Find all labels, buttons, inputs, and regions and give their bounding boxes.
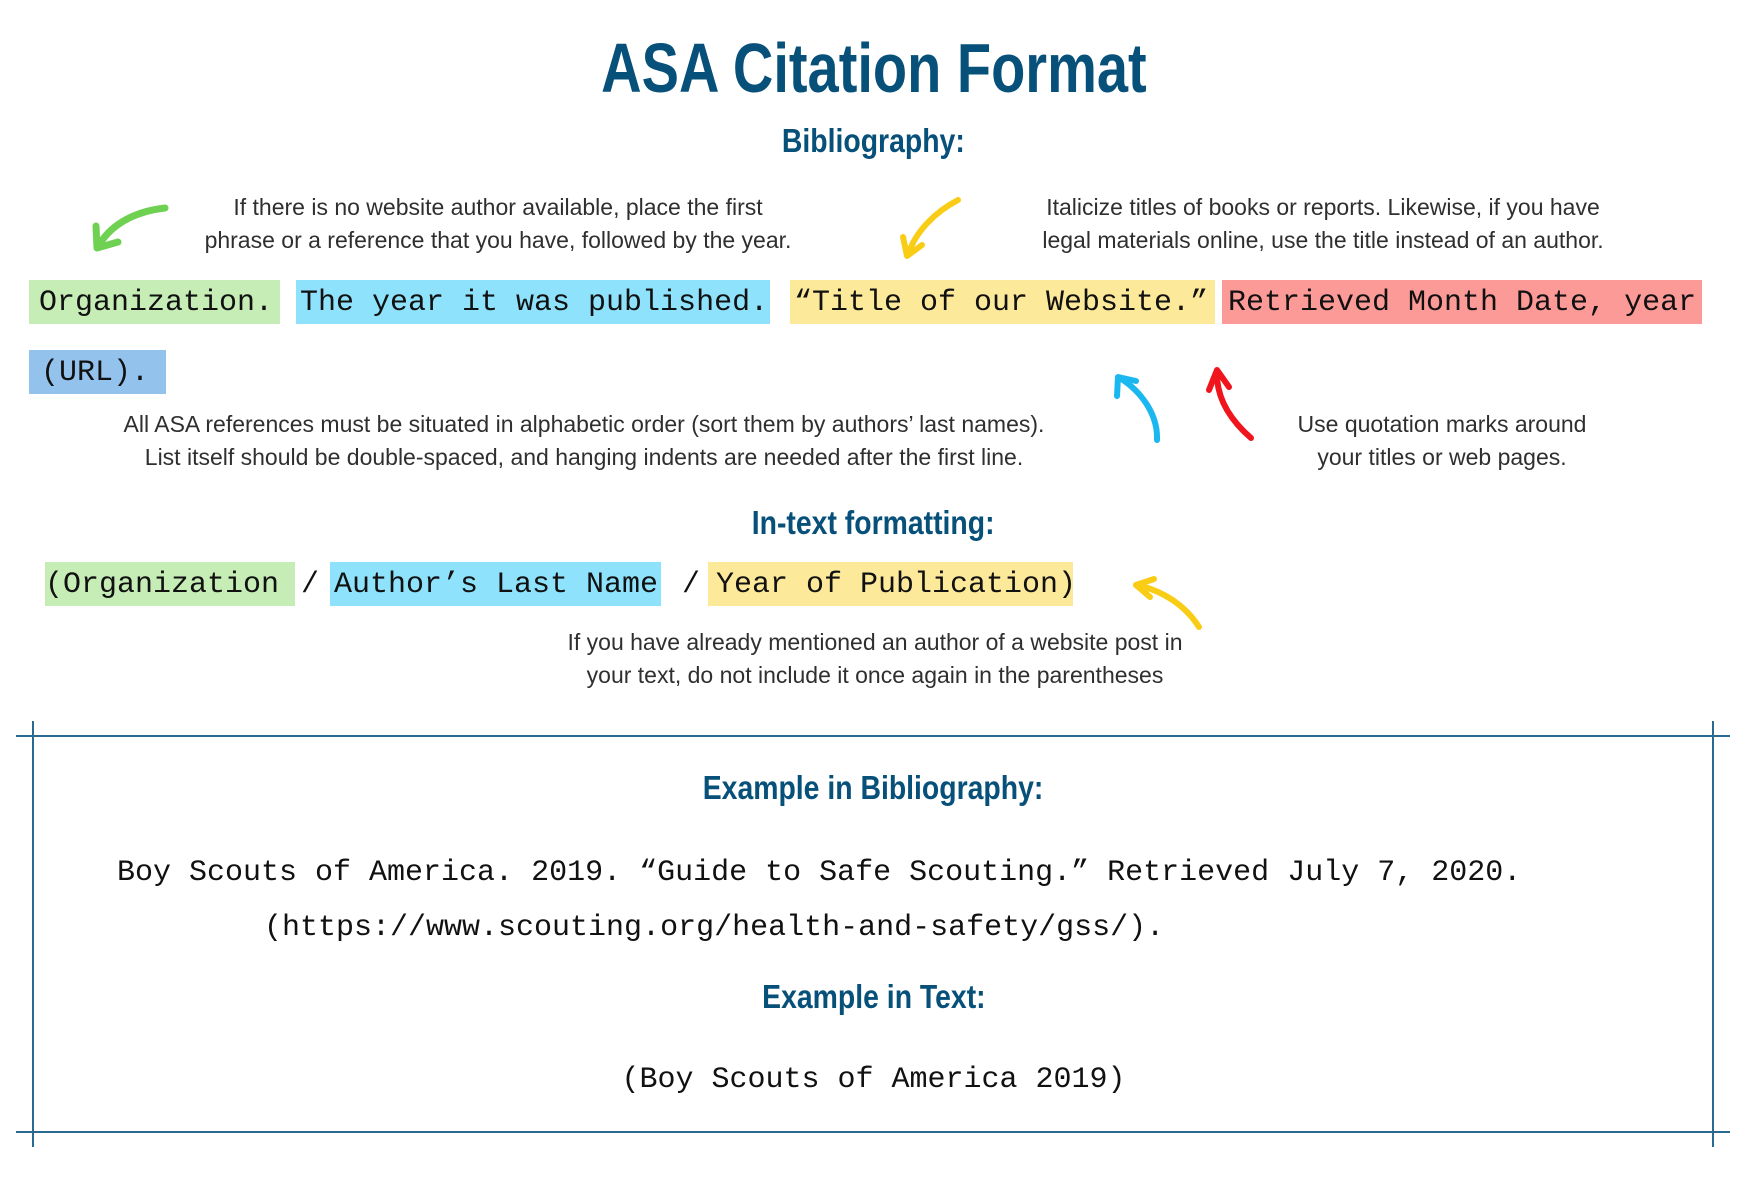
segment-organization: Organization. — [29, 280, 280, 324]
note-already-mentioned: If you have already mentioned an author … — [505, 626, 1245, 692]
intext-segment-author: Author’s Last Name — [330, 562, 661, 606]
example-bibliography-heading-text: Example in Bibliography: — [703, 769, 1044, 806]
intext-heading: In-text formatting: — [0, 503, 1747, 543]
segment-url: (URL). — [29, 350, 166, 394]
example-text-heading-text: Example in Text: — [761, 978, 986, 1015]
note-no-author-line-1: If there is no website author available,… — [233, 194, 763, 220]
note-already-mentioned-line-1: If you have already mentioned an author … — [567, 629, 1183, 655]
frame-bottom-line — [16, 1131, 1730, 1133]
bibliography-heading: Bibliography: — [0, 121, 1747, 161]
note-alphabetic-order: All ASA references must be situated in a… — [30, 408, 1138, 474]
page-title-text: ASA Citation Format — [600, 29, 1147, 107]
note-already-mentioned-line-2: your text, do not include it once again … — [586, 662, 1164, 688]
intext-separator-2: / — [682, 568, 701, 602]
intext-separator-1: / — [301, 568, 320, 602]
example-text-heading: Example in Text: — [0, 977, 1747, 1017]
segment-title: “Title of our Website.” — [790, 280, 1215, 324]
page-title: ASA Citation Format — [0, 30, 1747, 106]
note-no-author: If there is no website author available,… — [150, 191, 846, 257]
segment-year-published: The year it was published. — [296, 280, 770, 324]
arrow-yellow-icon — [900, 197, 961, 259]
note-quotation-marks-line-2: your titles or web pages. — [1317, 444, 1567, 470]
bibliography-heading-text: Bibliography: — [782, 122, 965, 159]
note-alphabetic-order-line-1: All ASA references must be situated in a… — [123, 411, 1045, 437]
arrow-red-icon — [1206, 367, 1254, 441]
frame-top-line — [16, 735, 1730, 737]
intext-segment-organization: (Organization — [45, 562, 295, 606]
segment-retrieved: Retrieved Month Date, year — [1222, 280, 1702, 324]
example-bibliography-line-1: Boy Scouts of America. 2019. “Guide to S… — [117, 856, 1522, 890]
note-italicize-line-2: legal materials online, use the title in… — [1042, 227, 1604, 253]
example-bibliography-line-2: (https://www.scouting.org/health-and-saf… — [264, 911, 1165, 945]
note-italicize: Italicize titles of books or reports. Li… — [985, 191, 1661, 257]
note-no-author-line-2: phrase or a reference that you have, fol… — [204, 227, 792, 253]
note-italicize-line-1: Italicize titles of books or reports. Li… — [1046, 194, 1600, 220]
example-text-citation: (Boy Scouts of America 2019) — [621, 1063, 1126, 1097]
note-quotation-marks: Use quotation marks around your titles o… — [1262, 408, 1622, 474]
example-bibliography-heading: Example in Bibliography: — [0, 768, 1747, 808]
arrow-yellow-intext-icon — [1133, 576, 1202, 630]
intext-segment-year: Year of Publication) — [708, 562, 1076, 606]
note-quotation-marks-line-1: Use quotation marks around — [1297, 411, 1587, 437]
note-alphabetic-order-line-2: List itself should be double-spaced, and… — [144, 444, 1024, 470]
intext-heading-text: In-text formatting: — [752, 504, 995, 541]
